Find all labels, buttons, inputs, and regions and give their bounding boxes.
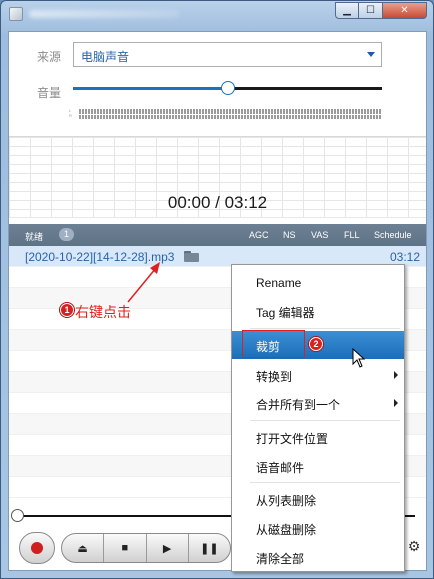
- volume-label: 音量: [37, 86, 62, 100]
- playback-group: ⏏ ■ ▶ ❚❚: [61, 533, 231, 563]
- chevron-right-icon: [394, 371, 398, 379]
- level-meter-bars: [79, 108, 382, 119]
- time-display: 00:00 / 03:12: [167, 193, 268, 212]
- highlight-box: [242, 330, 305, 358]
- menu-item-remove-from-list[interactable]: 从列表删除: [232, 485, 404, 513]
- column-ns[interactable]: NS: [283, 230, 296, 240]
- file-name: [2020-10-22][14-12-28].mp3: [25, 250, 175, 264]
- title-bar: ▁ ☐ ✕: [1, 1, 433, 29]
- stop-button[interactable]: ■: [104, 534, 147, 562]
- menu-item-open-location[interactable]: 打开文件位置: [232, 423, 404, 451]
- pause-button[interactable]: ❚❚: [189, 534, 230, 562]
- volume-row: 音量: [9, 78, 426, 102]
- gear-icon[interactable]: ⚙: [406, 538, 422, 554]
- play-button[interactable]: ▶: [147, 534, 189, 562]
- source-value: 电脑声音: [81, 50, 130, 64]
- play-icon: ▶: [162, 542, 172, 555]
- menu-separator: [250, 328, 400, 329]
- chevron-right-icon: [394, 399, 398, 407]
- minimize-button[interactable]: ▁: [335, 2, 359, 19]
- menu-item-tag-editor[interactable]: Tag 编辑器: [232, 297, 404, 325]
- seek-thumb[interactable]: [11, 509, 24, 522]
- level-meter: LR: [69, 108, 382, 120]
- volume-slider[interactable]: [73, 81, 382, 95]
- list-header: 就绪 1 AGC NS VAS FLL Schedule: [9, 224, 426, 246]
- close-button[interactable]: ✕: [383, 2, 427, 19]
- step-2-marker: 2: [309, 337, 323, 351]
- folder-icon[interactable]: [184, 251, 200, 262]
- pause-icon: ❚❚: [200, 542, 219, 555]
- eject-button[interactable]: ⏏: [62, 534, 105, 562]
- source-row: 来源 电脑声音: [9, 42, 426, 68]
- meter-channel-labels: LR: [69, 108, 72, 118]
- column-fll[interactable]: FLL: [344, 230, 360, 240]
- maximize-button[interactable]: ☐: [359, 2, 383, 19]
- app-icon: [9, 7, 23, 21]
- step-1-label: 右键点击: [75, 304, 131, 320]
- menu-separator: [250, 420, 400, 421]
- record-icon: [31, 542, 43, 554]
- volume-slider-fill: [73, 87, 228, 90]
- chevron-down-icon: [367, 52, 375, 57]
- column-agc[interactable]: AGC: [249, 230, 269, 240]
- column-vas[interactable]: VAS: [311, 230, 328, 240]
- menu-item-rename[interactable]: Rename: [232, 269, 404, 297]
- status-label: 就绪: [25, 232, 44, 242]
- menu-item-clear-all[interactable]: 清除全部: [232, 543, 404, 571]
- menu-item-merge-all[interactable]: 合并所有到一个: [232, 389, 404, 417]
- menu-item-convert-to[interactable]: 转换到: [232, 361, 404, 389]
- file-duration: 03:12: [389, 250, 420, 264]
- menu-separator: [250, 482, 400, 483]
- menu-item-delete-from-disk[interactable]: 从磁盘删除: [232, 514, 404, 542]
- source-label: 来源: [37, 50, 62, 64]
- count-badge: 1: [59, 228, 75, 241]
- menu-item-voicemail[interactable]: 语音邮件: [232, 452, 404, 480]
- eject-icon: ⏏: [77, 542, 88, 555]
- record-button[interactable]: [19, 532, 55, 564]
- column-schedule[interactable]: Schedule: [374, 230, 412, 240]
- mouse-cursor-icon: [352, 348, 366, 368]
- context-menu: Rename Tag 编辑器 裁剪 转换到 合并所有到一个 打开文件位置 语音邮…: [231, 264, 405, 572]
- source-dropdown[interactable]: 电脑声音: [73, 42, 382, 67]
- blurred-window-title: [29, 10, 179, 18]
- window-controls: ▁ ☐ ✕: [335, 2, 427, 19]
- step-1-marker: 1: [60, 303, 74, 317]
- stop-icon: ■: [121, 542, 129, 554]
- volume-slider-thumb[interactable]: [220, 81, 235, 95]
